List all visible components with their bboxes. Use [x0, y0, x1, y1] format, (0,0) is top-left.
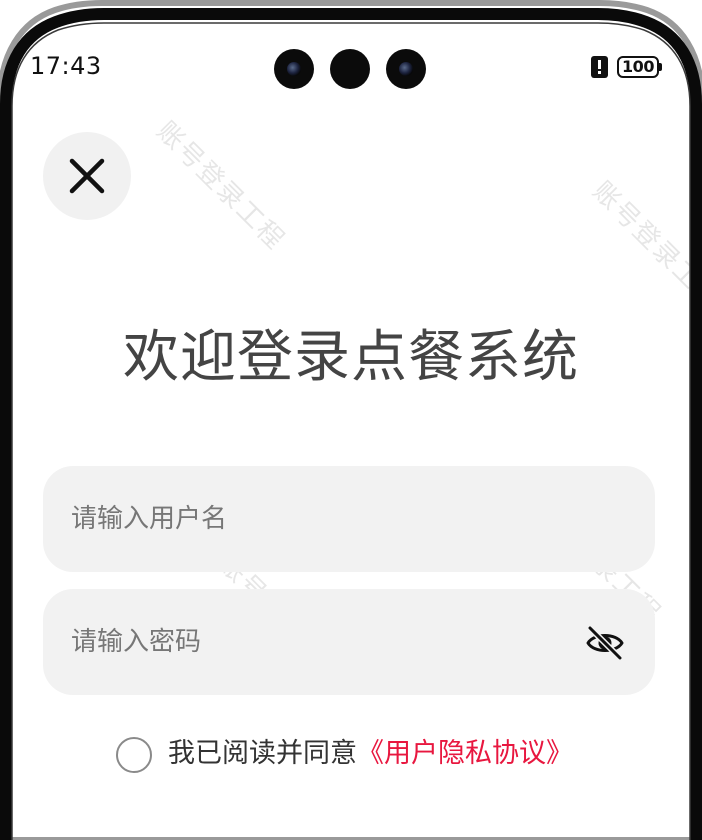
camera-lens-icon [330, 49, 370, 89]
battery-level: 100 [622, 57, 654, 76]
battery-icon: 100 [617, 56, 663, 78]
battery-tip [659, 63, 662, 71]
username-field[interactable] [43, 466, 655, 572]
username-input[interactable] [71, 466, 591, 572]
camera-lens-icon [386, 49, 426, 89]
page-title: 欢迎登录点餐系统 [123, 325, 579, 390]
close-button[interactable] [43, 132, 131, 220]
camera-lens-icon [274, 49, 314, 89]
agreement-label: 我已阅读并同意 [168, 738, 357, 769]
device-frame [0, 0, 702, 840]
eye-off-icon[interactable] [585, 625, 625, 661]
privacy-policy-link[interactable]: 《用户隐私协议》 [357, 738, 573, 769]
password-field[interactable] [43, 589, 655, 695]
password-input[interactable] [71, 589, 591, 695]
watermark-text: 账号登录工程 [150, 116, 291, 257]
agreement-row: 我已阅读并同意《用户隐私协议》 [116, 736, 656, 774]
phone-screen: 账号登录工程 账号登录工程 账号登录工程 账号登录工程 17:43 100 欢迎… [0, 0, 702, 840]
camera-cutout [274, 49, 426, 89]
close-icon [69, 158, 105, 194]
alert-icon [591, 56, 608, 78]
watermark-text: 账号登录工程 [586, 176, 702, 317]
agreement-checkbox[interactable] [116, 737, 152, 773]
status-time: 17:43 [30, 52, 102, 80]
agreement-text: 我已阅读并同意《用户隐私协议》 [168, 736, 573, 772]
